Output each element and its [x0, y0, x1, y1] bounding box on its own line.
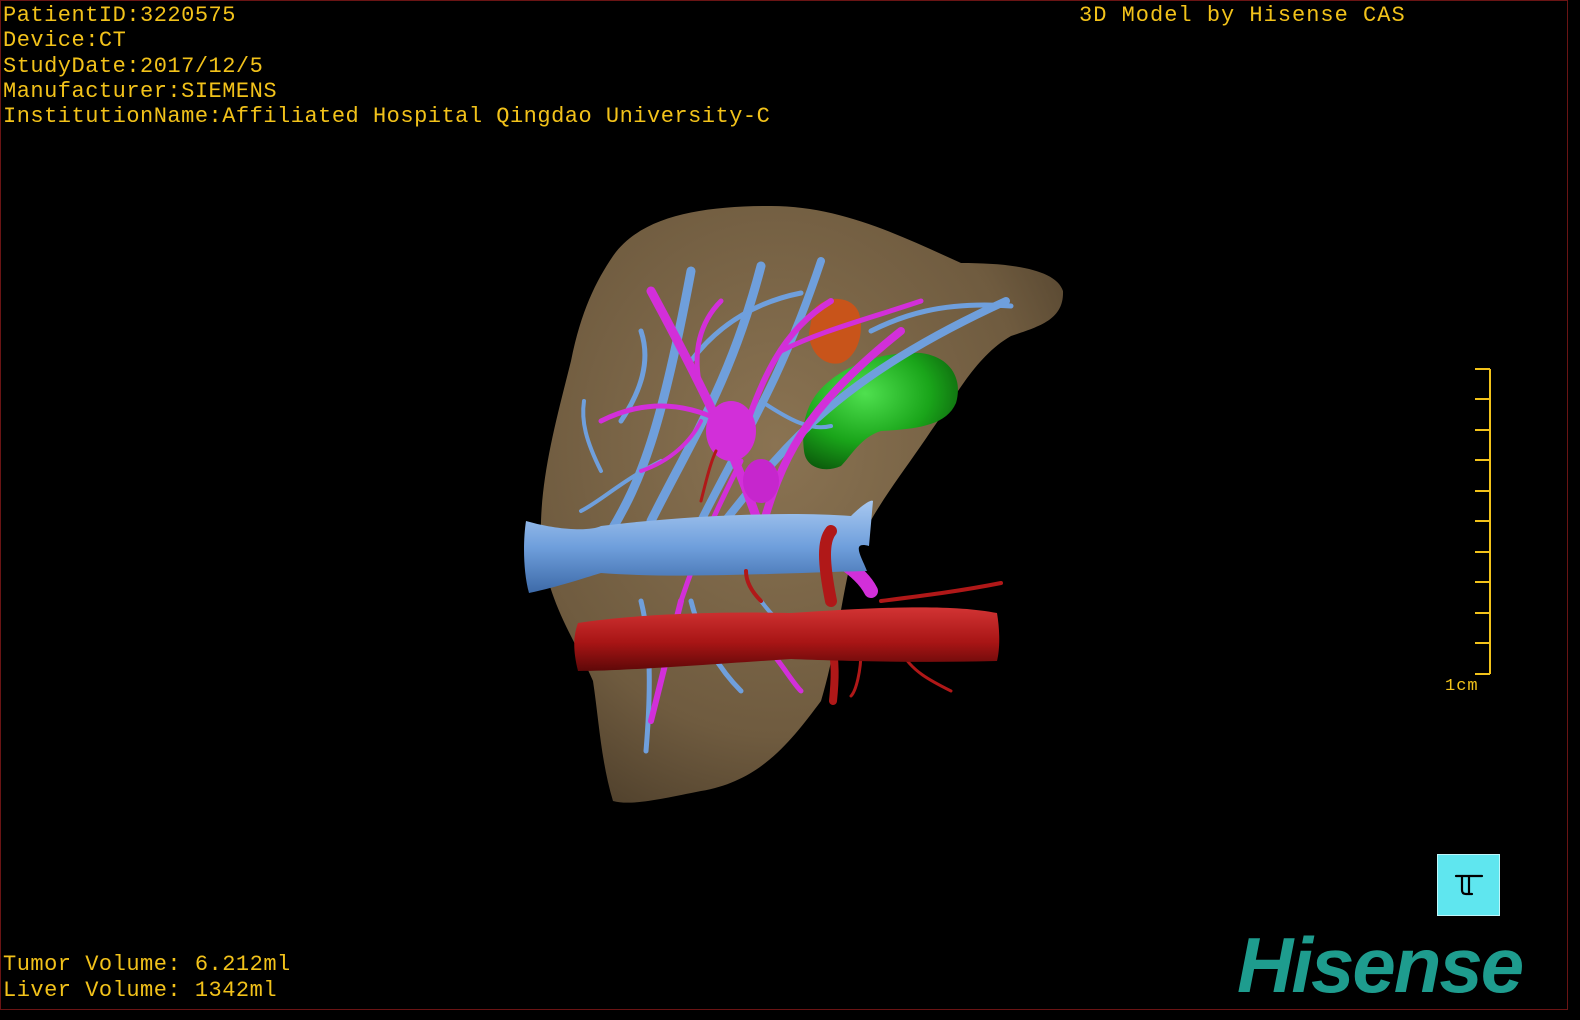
viewport[interactable]: PatientID:3220575 Device:CT StudyDate:20…: [0, 0, 1568, 1010]
hisense-logo: Hisense: [1237, 921, 1524, 1009]
device: Device:CT: [3, 28, 127, 54]
liver-volume: Liver Volume: 1342ml: [3, 977, 278, 1003]
model-credit: 3D Model by Hisense CAS: [1079, 3, 1406, 28]
hepatic-vein-confluence: [706, 401, 756, 461]
liver-3d-model[interactable]: [1, 1, 1568, 1010]
liver-surface: [540, 206, 1064, 803]
scale-bar: [1475, 368, 1491, 675]
manufacturer: Manufacturer:SIEMENS: [3, 78, 278, 104]
orientation-cube-icon: [1454, 874, 1483, 896]
patient-id: PatientID:3220575: [3, 3, 236, 28]
study-info-overlay: PatientID:3220575 Device:CT StudyDate:20…: [3, 3, 770, 129]
tumor-volume: Tumor Volume: 6.212ml: [3, 952, 291, 977]
scale-bar-label: 1cm: [1445, 677, 1479, 696]
institution-name: InstitutionName:Affiliated Hospital Qing…: [3, 104, 771, 130]
orientation-cube[interactable]: [1437, 854, 1500, 916]
study-date: StudyDate:2017/12/5: [3, 53, 264, 79]
volume-readout: Tumor Volume: 6.212ml Liver Volume: 1342…: [3, 952, 291, 1003]
